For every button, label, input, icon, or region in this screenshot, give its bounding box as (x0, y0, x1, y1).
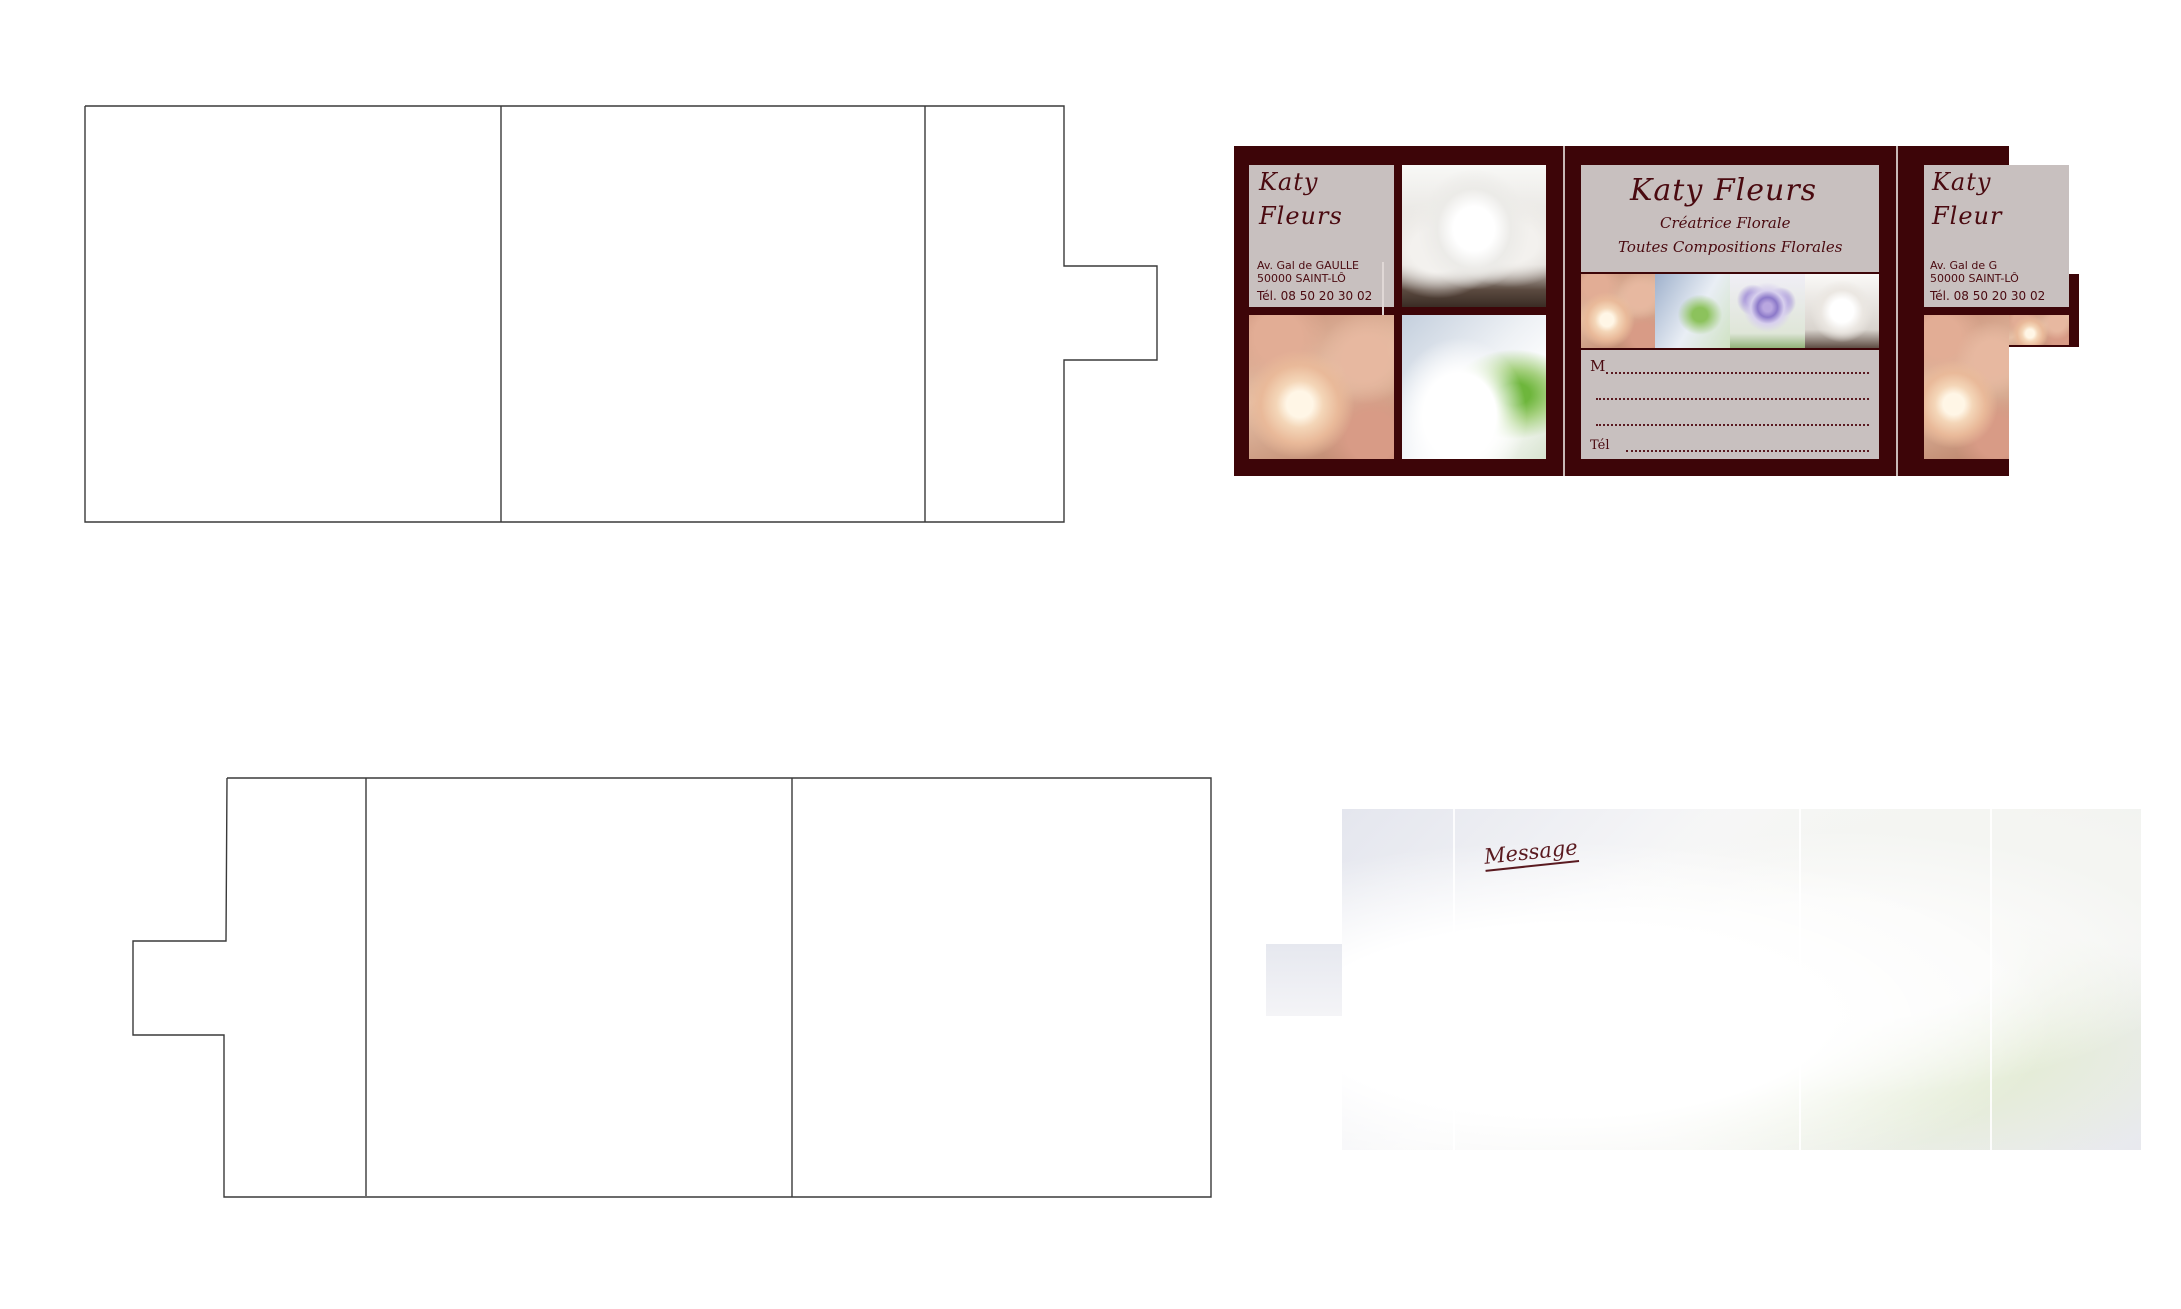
flap-tab-rose-photo (2009, 315, 2069, 345)
center-brand-title: Katy Fleurs (1630, 173, 1818, 208)
form-line-3 (1596, 424, 1869, 426)
bottom-dieline-outline (132, 777, 1212, 1198)
card-fold-line-1 (1563, 146, 1565, 476)
strip-agapanthus-photo (1730, 274, 1805, 348)
center-tagline: Toutes Compositions Florales (1618, 238, 1843, 256)
phone-number: Tél. 08 50 20 30 02 (1257, 289, 1373, 303)
form-line-4 (1626, 450, 1869, 452)
brand-name-line2: Fleurs (1259, 202, 1343, 230)
strip-lily-photo (1805, 274, 1879, 348)
form-phone-label: Tél (1590, 438, 1610, 453)
brand-name-line1: Katy (1259, 168, 1319, 196)
calla-lily-photo (1402, 315, 1546, 459)
insert-fold-line-3 (1990, 809, 1992, 1150)
strip-calla-photo (1655, 274, 1730, 348)
strip-rose-photo (1581, 274, 1655, 348)
customer-form-panel (1581, 350, 1879, 459)
form-name-label: M (1590, 357, 1606, 375)
form-line-1 (1606, 372, 1869, 374)
form-line-2 (1596, 398, 1869, 400)
flap-address-line2: 50000 SAINT-LÔ (1930, 272, 2019, 285)
flap-brand-line1: Katy (1932, 168, 1992, 196)
lily-photo (1402, 165, 1546, 307)
message-insert (1342, 809, 2141, 1150)
rose-photo (1249, 315, 1394, 459)
flap-rose-photo (1924, 315, 2009, 459)
address-line1: Av. Gal de GAULLE (1257, 259, 1359, 272)
flap-address-line1: Av. Gal de G (1930, 259, 1998, 272)
flap-phone: Tél. 08 50 20 30 02 (1930, 289, 2046, 303)
address-line2: 50000 SAINT-LÔ (1257, 272, 1346, 285)
flap-brand-line2: Fleur (1932, 202, 2003, 230)
insert-fold-line-2 (1799, 809, 1801, 1150)
center-subtitle: Créatrice Florale (1660, 214, 1791, 232)
top-dieline-outline (84, 105, 1158, 523)
card-fold-line-2 (1896, 146, 1898, 476)
insert-fold-line-1 (1453, 809, 1455, 1150)
insert-tab (1266, 944, 1346, 1016)
